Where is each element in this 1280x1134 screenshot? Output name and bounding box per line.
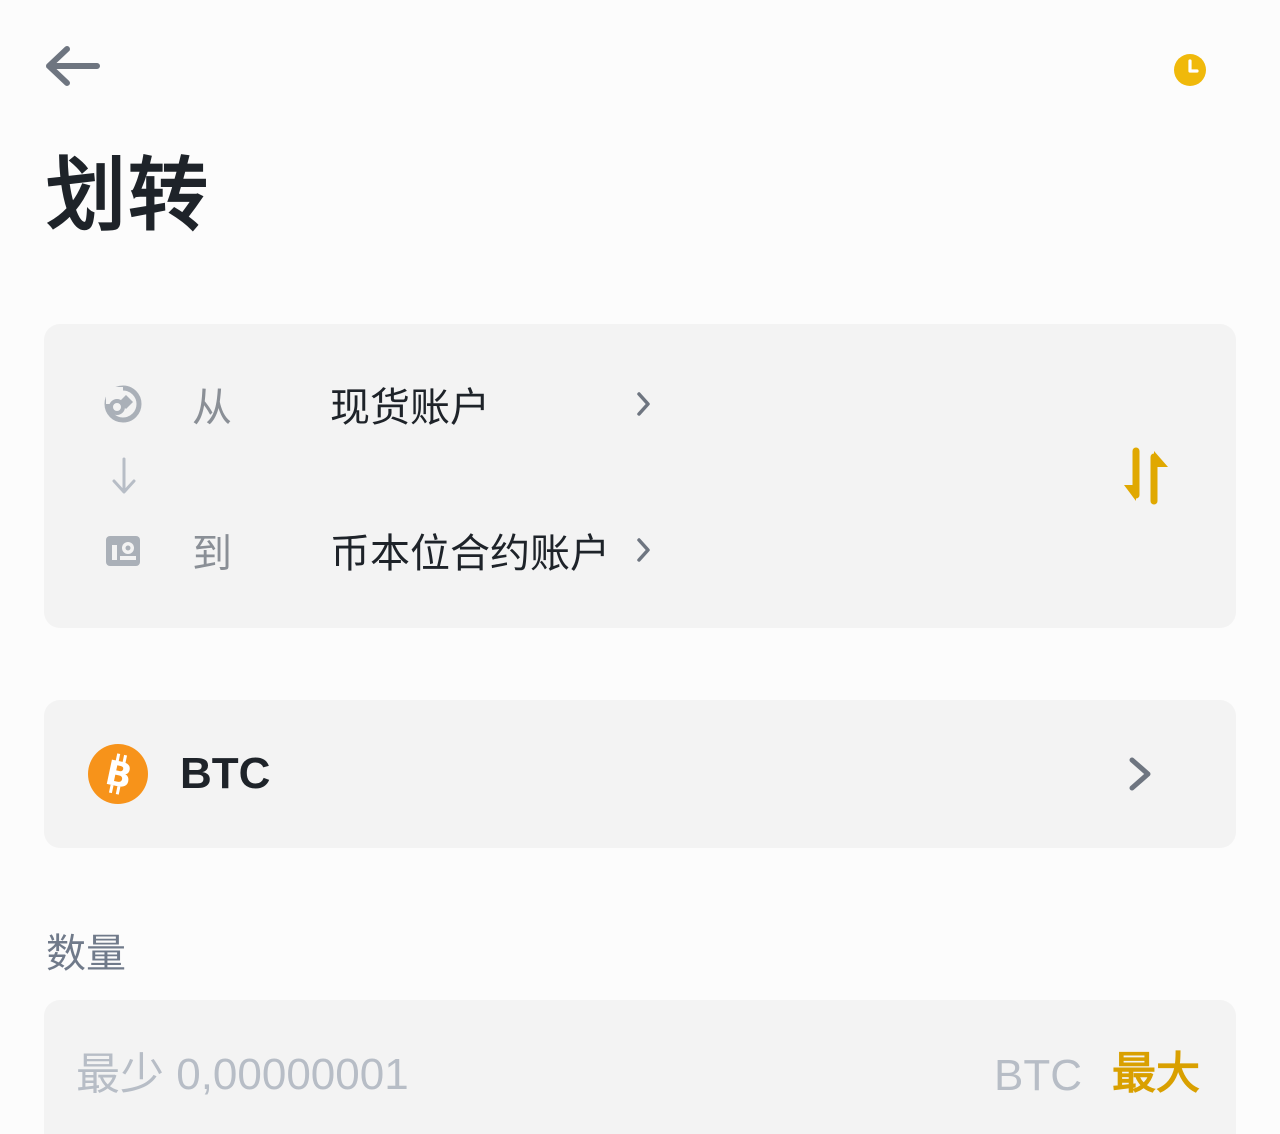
- to-label: 到: [192, 531, 232, 577]
- swap-accounts-button[interactable]: [1112, 442, 1180, 510]
- chevron-right-icon[interactable]: [632, 384, 656, 424]
- amount-unit: BTC: [994, 1051, 1082, 1100]
- futures-wallet-icon: [104, 531, 142, 569]
- to-account-name[interactable]: 币本位合约账户: [330, 521, 610, 579]
- amount-field: BTC 最大: [44, 1000, 1236, 1134]
- back-button[interactable]: [40, 38, 104, 94]
- swap-arrows-icon: [1124, 447, 1168, 505]
- spot-wallet-icon: [104, 385, 142, 423]
- chevron-right-icon[interactable]: [632, 530, 656, 570]
- clock-icon: [1174, 54, 1206, 86]
- transfer-screen: 划转 从 现货账户 到 币本位合约账户 B BTC 数量 最少 0,000000…: [0, 0, 1280, 1134]
- coin-symbol: BTC: [180, 749, 271, 798]
- coin-selector[interactable]: B BTC: [44, 700, 1236, 848]
- from-account-name[interactable]: 现货账户: [330, 375, 490, 433]
- amount-input[interactable]: [76, 1040, 956, 1110]
- arrow-left-icon: [46, 46, 100, 86]
- max-button[interactable]: 最大: [1112, 1046, 1200, 1102]
- history-button[interactable]: [1166, 46, 1214, 94]
- arrow-down-icon: [112, 457, 136, 494]
- from-label: 从: [192, 385, 232, 431]
- chevron-right-icon: [1129, 757, 1151, 791]
- amount-label: 数量: [46, 931, 126, 977]
- page-title: 划转: [46, 149, 210, 242]
- bitcoin-icon: B: [88, 744, 148, 804]
- transfer-accounts-card: 从 现货账户 到 币本位合约账户: [44, 324, 1236, 628]
